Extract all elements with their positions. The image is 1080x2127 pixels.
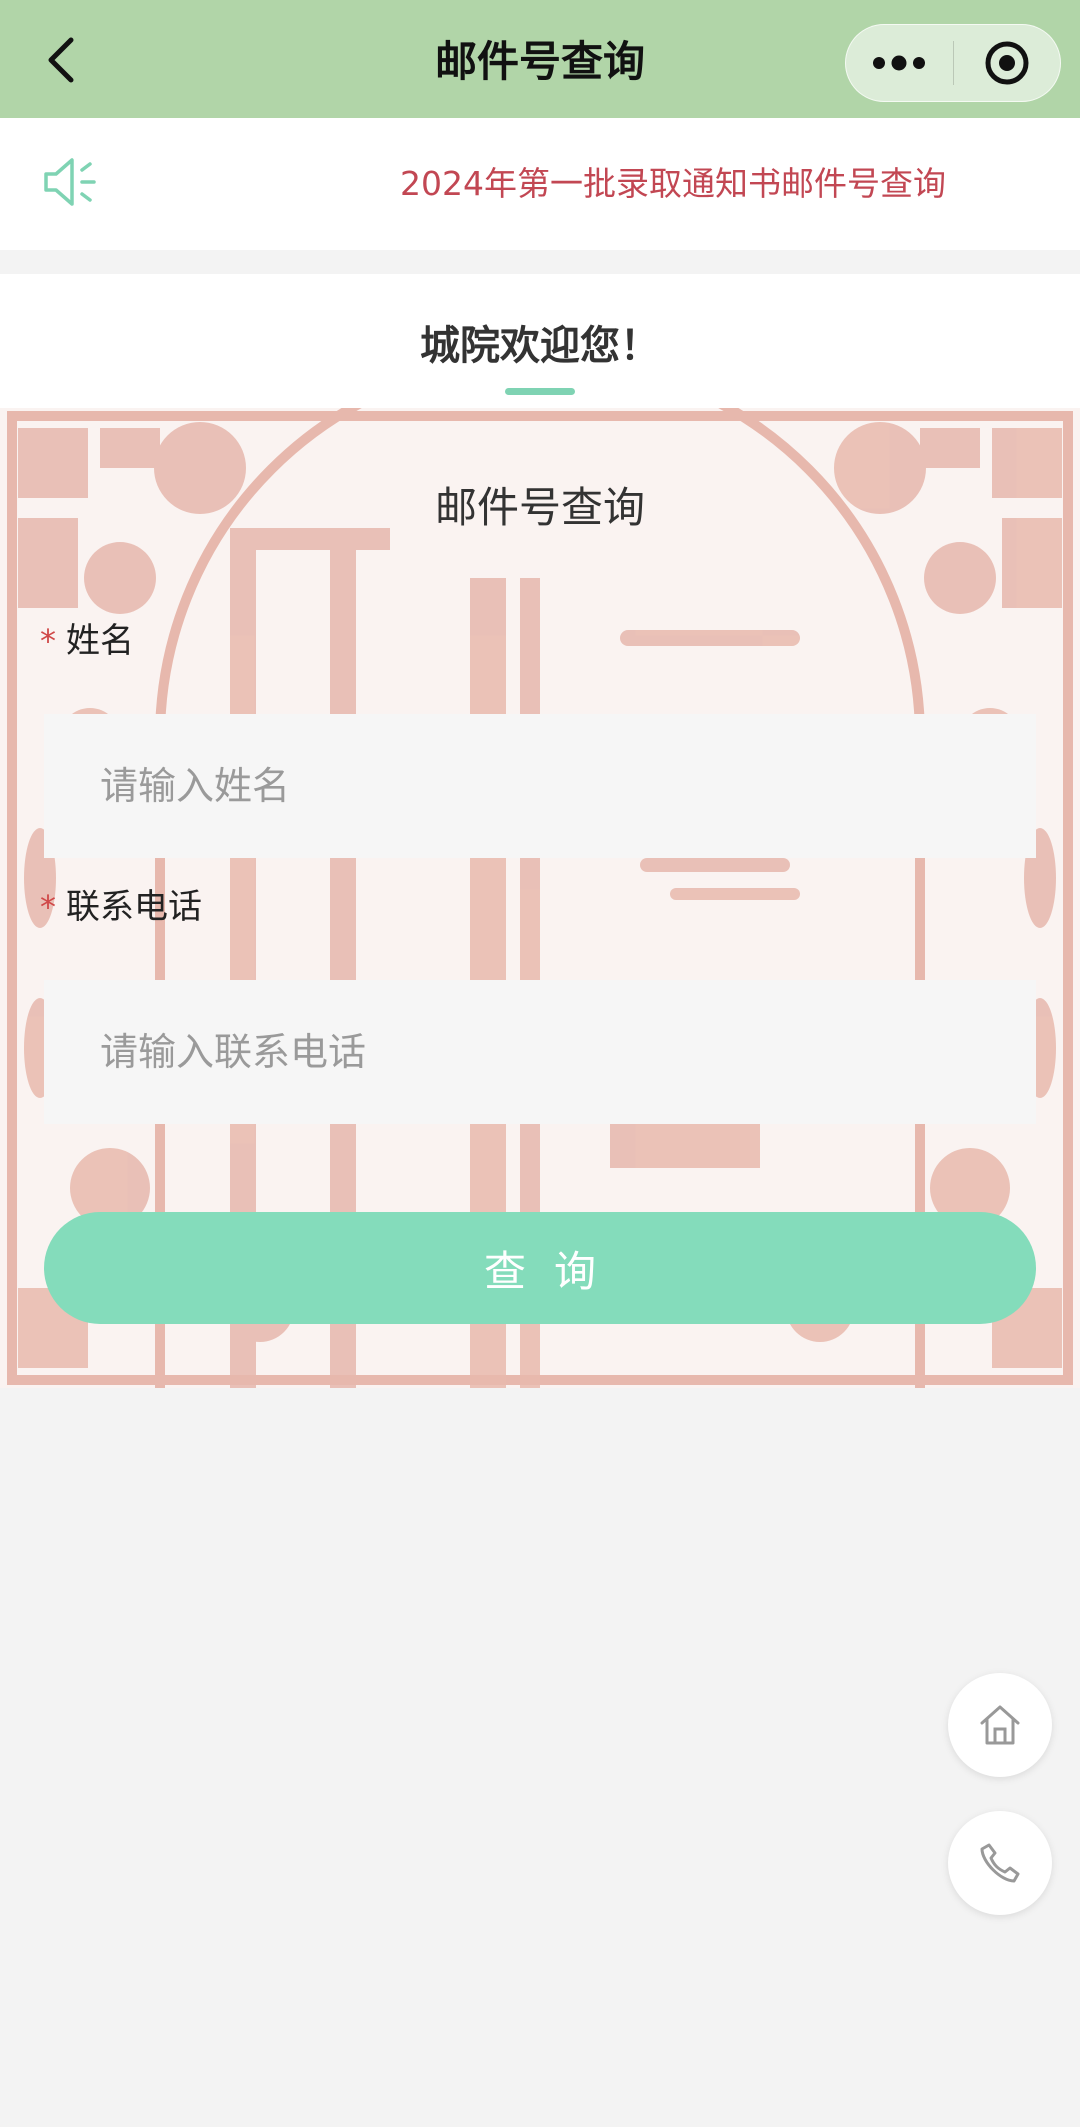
phone-button[interactable] xyxy=(948,1811,1052,1915)
phone-label: * 联系电话 xyxy=(40,884,202,930)
home-icon xyxy=(980,1705,1020,1745)
notice-text[interactable]: 2024年第一批录取通知书邮件号查询 xyxy=(400,162,946,206)
required-mark: * xyxy=(40,888,56,926)
query-button[interactable]: 查询 xyxy=(44,1212,1036,1324)
name-label: * 姓名 xyxy=(40,618,134,664)
phone-icon xyxy=(980,1843,1020,1883)
close-mini-program-button[interactable] xyxy=(954,25,1061,101)
required-mark: * xyxy=(40,622,56,660)
notice-bar: 2024年第一批录取通知书邮件号查询 xyxy=(0,118,1080,250)
welcome-card: 城院欢迎您！ xyxy=(0,274,1080,408)
target-circle-icon xyxy=(985,41,1029,85)
mini-program-capsule xyxy=(845,24,1061,102)
more-dots-icon xyxy=(873,55,926,71)
query-form-area: 邮件号查询 * 姓名 * 联系电话 查询 xyxy=(0,408,1080,1388)
name-input[interactable] xyxy=(44,714,1036,858)
welcome-title: 城院欢迎您！ xyxy=(420,323,660,369)
speaker-icon xyxy=(44,158,96,206)
name-label-text: 姓名 xyxy=(66,621,134,661)
phone-label-text: 联系电话 xyxy=(66,887,202,927)
navigation-bar: 邮件号查询 xyxy=(0,0,1080,118)
title-underline xyxy=(505,388,575,395)
form-heading: 邮件号查询 xyxy=(434,483,645,532)
more-button[interactable] xyxy=(846,25,953,101)
home-button[interactable] xyxy=(948,1673,1052,1777)
phone-input[interactable] xyxy=(44,980,1036,1124)
